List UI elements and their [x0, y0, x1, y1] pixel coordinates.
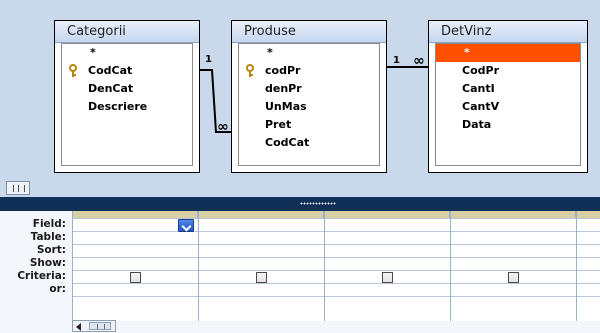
scroll-left-arrow-icon[interactable]	[76, 323, 81, 331]
row-label-show: Show:	[29, 257, 66, 269]
scroll-thumb[interactable]	[89, 322, 111, 330]
table-diagram-pane: Categorii * CodCat DenCat Descriere Prod…	[0, 0, 600, 197]
key-icon	[69, 64, 77, 77]
column-selector[interactable]	[324, 211, 450, 218]
show-checkbox[interactable]	[130, 272, 141, 283]
table-box-produse[interactable]: Produse * codPr denPr UnMas Pret CodCat	[231, 20, 387, 173]
field-descriere[interactable]: Descriere	[62, 98, 192, 116]
show-checkbox[interactable]	[508, 272, 519, 283]
column-selector[interactable]	[73, 211, 198, 218]
field-all-selected[interactable]: *	[436, 44, 580, 62]
field-data[interactable]: Data	[436, 116, 580, 134]
row-label-table: Table:	[30, 231, 66, 243]
row-label-criteria: Criteria:	[17, 270, 66, 282]
field-unmas[interactable]: UnMas	[239, 98, 379, 116]
row-label-or: or:	[49, 283, 66, 295]
table-title[interactable]: Categorii	[55, 21, 199, 43]
row-label-spacer	[0, 211, 72, 218]
table-box-detvinz[interactable]: DetVinz * CodPr CantI CantV Data	[428, 20, 588, 173]
relation-many-label: ∞	[413, 53, 425, 69]
column-selector[interactable]	[450, 211, 576, 218]
grip-icon	[13, 185, 25, 192]
row-label-field: Field:	[32, 218, 66, 230]
field-codcat[interactable]: CodCat	[62, 62, 192, 80]
field-dencat[interactable]: DenCat	[62, 80, 192, 98]
field-dropdown-arrow-icon[interactable]	[178, 219, 194, 232]
field-canti[interactable]: CantI	[436, 80, 580, 98]
field-denpr[interactable]: denPr	[239, 80, 379, 98]
table-title[interactable]: Produse	[232, 21, 386, 43]
show-checkbox[interactable]	[256, 272, 267, 283]
field-all[interactable]: *	[239, 44, 379, 62]
grid-horizontal-scrollbar[interactable]	[72, 320, 116, 332]
table-box-categorii[interactable]: Categorii * CodCat DenCat Descriere	[54, 20, 200, 173]
pane-splitter[interactable]	[0, 197, 600, 211]
relation-one-label: 1	[205, 54, 212, 65]
field-label: codPr	[265, 64, 301, 77]
show-checkbox[interactable]	[382, 272, 393, 283]
row-labels: Field: Table: Sort: Show: Criteria: or:	[0, 211, 72, 296]
relation-one-label: 1	[393, 55, 400, 66]
field-cantv[interactable]: CantV	[436, 98, 580, 116]
design-grid[interactable]	[72, 211, 600, 321]
table-title[interactable]: DetVinz	[429, 21, 587, 43]
row-label-sort: Sort:	[36, 244, 66, 256]
field-pret[interactable]: Pret	[239, 116, 379, 134]
relation-many-label: ∞	[217, 119, 229, 135]
horizontal-scroll-thumb[interactable]	[6, 181, 30, 195]
field-list: * CodPr CantI CantV Data	[435, 43, 581, 166]
relation-line-categorii-produse	[200, 69, 231, 133]
splitter-grip-icon	[300, 202, 336, 205]
column-selector[interactable]	[198, 211, 324, 218]
field-label: CodCat	[88, 64, 133, 77]
field-list: * codPr denPr UnMas Pret CodCat	[238, 43, 380, 166]
field-all[interactable]: *	[62, 44, 192, 62]
query-design-grid-pane: Field: Table: Sort: Show: Criteria: or:	[0, 211, 600, 333]
field-codcat[interactable]: CodCat	[239, 134, 379, 152]
key-icon	[246, 64, 254, 77]
field-codpr[interactable]: codPr	[239, 62, 379, 80]
field-list: * CodCat DenCat Descriere	[61, 43, 193, 166]
column-selector[interactable]	[576, 211, 600, 218]
field-codpr[interactable]: CodPr	[436, 62, 580, 80]
